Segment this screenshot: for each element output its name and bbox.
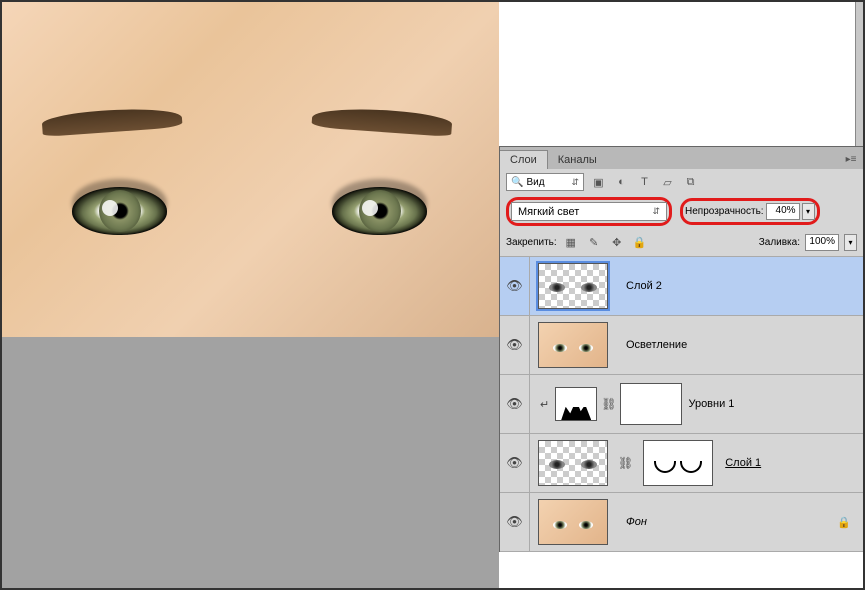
layer-row[interactable]: 👁 ⛓ Слой 1	[500, 434, 863, 493]
lock-brush-icon[interactable]: ✎	[585, 235, 603, 251]
layer-filter-select[interactable]: 🔍 Вид ⇵	[506, 173, 584, 191]
opacity-highlight: Непрозрачность: 40% ▾	[680, 198, 820, 225]
filter-label: Вид	[526, 177, 544, 188]
chevron-down-icon: ⇵	[652, 206, 660, 217]
visibility-toggle[interactable]: 👁	[500, 434, 530, 492]
lock-icon: 🔒	[837, 516, 857, 529]
lock-move-icon[interactable]: ✥	[608, 235, 626, 251]
opacity-dropdown-icon[interactable]: ▾	[802, 203, 815, 220]
layer-row[interactable]: 👁 Фон 🔒	[500, 493, 863, 552]
panel-dock-strip	[855, 2, 863, 146]
mask-thumbnail[interactable]	[643, 440, 713, 486]
blend-highlight: Мягкий свет ⇵	[506, 197, 672, 226]
fill-input[interactable]: 100%	[805, 234, 839, 251]
lock-transparent-icon[interactable]: ▦	[562, 235, 580, 251]
layer-thumbnail[interactable]	[538, 440, 608, 486]
layers-panel: Слои Каналы ▸≡ 🔍 Вид ⇵ ▣ ◐ T ▱ ⧉ Мягкий …	[499, 146, 863, 552]
blend-mode-value: Мягкий свет	[518, 206, 579, 218]
document-image[interactable]	[2, 2, 499, 337]
opacity-label: Непрозрачность:	[685, 206, 764, 217]
visibility-toggle[interactable]: 👁	[500, 493, 530, 551]
panel-menu-icon[interactable]: ▸≡	[839, 150, 863, 169]
layer-row[interactable]: 👁 ↵ ⛓ Уровни 1	[500, 375, 863, 434]
layer-thumbnail[interactable]	[538, 322, 608, 368]
lock-fill-row: Закрепить: ▦ ✎ ✥ 🔒 Заливка: 100% ▾	[500, 232, 863, 257]
image-content	[332, 187, 427, 235]
adjustment-thumbnail[interactable]	[555, 387, 597, 421]
blend-opacity-row: Мягкий свет ⇵ Непрозрачность: 40% ▾	[500, 195, 863, 232]
eye-icon: 👁	[506, 278, 523, 294]
layer-name-label[interactable]: Слой 1	[725, 457, 761, 469]
panel-tabs: Слои Каналы ▸≡	[500, 147, 863, 169]
fill-label: Заливка:	[759, 237, 800, 248]
fill-dropdown-icon[interactable]: ▾	[844, 234, 857, 251]
eye-icon: 👁	[506, 337, 523, 353]
layer-row[interactable]: 👁 Осветление	[500, 316, 863, 375]
filter-shape-icon[interactable]: ▱	[659, 174, 676, 191]
layer-thumbnail[interactable]	[538, 263, 608, 309]
search-icon: 🔍	[511, 177, 523, 188]
layer-row[interactable]: 👁 Слой 2	[500, 257, 863, 316]
lock-all-icon[interactable]: 🔒	[631, 235, 649, 251]
mask-thumbnail[interactable]	[620, 383, 682, 425]
blend-mode-select[interactable]: Мягкий свет ⇵	[511, 202, 667, 221]
link-icon[interactable]: ⛓	[601, 397, 616, 411]
tab-channels[interactable]: Каналы	[548, 151, 607, 169]
image-content	[72, 187, 167, 235]
lock-label: Закрепить:	[506, 237, 557, 248]
clip-indicator-icon: ↵	[540, 398, 549, 411]
visibility-toggle[interactable]: 👁	[500, 375, 530, 433]
opacity-input[interactable]: 40%	[766, 203, 800, 220]
filter-image-icon[interactable]: ▣	[590, 174, 607, 191]
visibility-toggle[interactable]: 👁	[500, 257, 530, 315]
eye-icon: 👁	[506, 514, 523, 530]
filter-text-icon[interactable]: T	[636, 174, 653, 191]
eye-icon: 👁	[506, 455, 523, 471]
image-content	[41, 105, 182, 137]
layer-thumbnail[interactable]	[538, 499, 608, 545]
layers-list: 👁 Слой 2 👁 Осветление 👁 ↵ ⛓ Уровни 1 👁	[500, 257, 863, 552]
visibility-toggle[interactable]: 👁	[500, 316, 530, 374]
canvas-area[interactable]	[2, 2, 499, 588]
filter-smart-icon[interactable]: ⧉	[682, 174, 699, 191]
layer-name-label[interactable]: Слой 2	[626, 280, 662, 292]
filter-adjust-icon[interactable]: ◐	[613, 174, 630, 191]
layer-name-label[interactable]: Уровни 1	[688, 398, 734, 410]
link-icon[interactable]: ⛓	[618, 456, 633, 470]
layer-name-label[interactable]: Осветление	[626, 339, 687, 351]
eye-icon: 👁	[506, 396, 523, 412]
filter-row: 🔍 Вид ⇵ ▣ ◐ T ▱ ⧉	[500, 169, 863, 195]
image-content	[311, 105, 452, 137]
tab-layers[interactable]: Слои	[500, 150, 548, 169]
layer-name-label[interactable]: Фон	[626, 516, 647, 528]
chevron-down-icon: ⇵	[571, 177, 579, 188]
opacity-control: Непрозрачность: 40% ▾	[685, 203, 815, 220]
